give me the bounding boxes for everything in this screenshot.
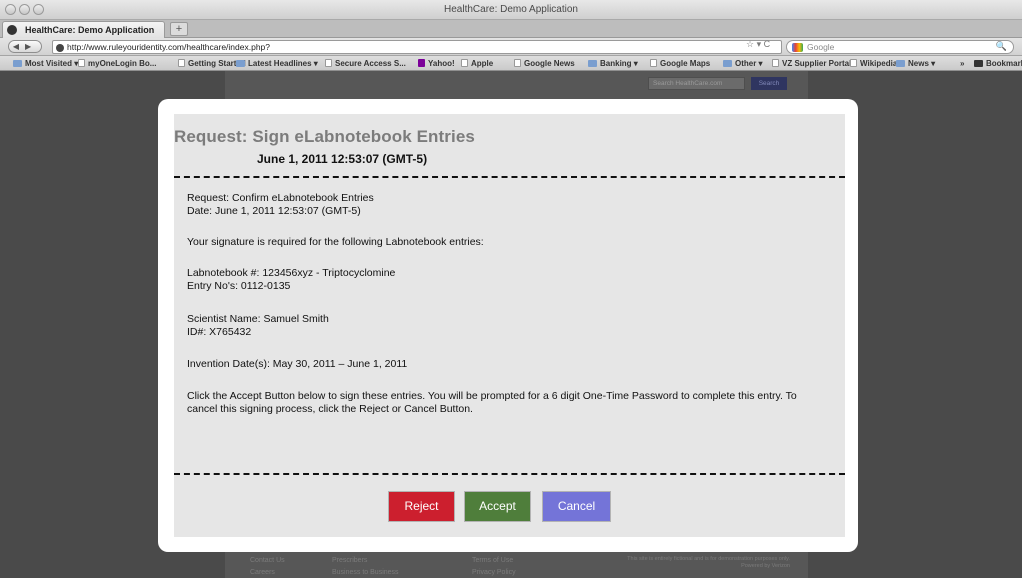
tab-bar: HealthCare: Demo Application + <box>0 20 1022 38</box>
bookmarks-toolbar: Most Visited ▾ myOneLogin Bo... Getting St… <box>0 56 1022 71</box>
address-bar-url: http://www.ruleyouridentity.com/healthca… <box>67 42 271 52</box>
bookmark-icon <box>850 59 857 67</box>
bookmark-bookmarks[interactable]: Bookmarks <box>974 59 1022 68</box>
folder-icon <box>236 60 245 67</box>
footer-powered-by: Powered by Verizon <box>741 563 790 569</box>
signature-required-text: Your signature is required for the follo… <box>187 236 484 248</box>
bookmark-icon <box>514 59 521 67</box>
tab-healthcare[interactable]: HealthCare: Demo Application <box>2 21 165 38</box>
bookmark-banking[interactable]: Banking ▾ <box>588 59 638 68</box>
date-line: Date: June 1, 2011 12:53:07 (GMT-5) <box>187 205 361 217</box>
bookmark-label: News ▾ <box>908 59 936 68</box>
bookmark-icon <box>974 60 983 67</box>
bookmark-news[interactable]: News ▾ <box>896 59 935 68</box>
bookmark-label: Other ▾ <box>735 59 763 68</box>
instructions-text: Click the Accept Button below to sign th… <box>187 390 797 415</box>
bookmark-icon <box>772 59 779 67</box>
bookmark-wikipedia[interactable]: Wikipedia <box>850 59 897 68</box>
folder-icon <box>896 60 905 67</box>
bookmark-icon <box>178 59 185 67</box>
scientist-id: ID#: X765432 <box>187 326 252 338</box>
footer-link: Prescribers <box>332 557 368 564</box>
bookmark-label: Google News <box>524 59 575 68</box>
divider <box>174 176 845 178</box>
navigation-toolbar: ◀▶ http://www.ruleyouridentity.com/healt… <box>0 38 1022 56</box>
bookmark-icon <box>418 59 425 67</box>
reject-button[interactable]: Reject <box>388 491 455 522</box>
bookmark-label: » <box>960 59 965 68</box>
bookmark-label: Most Visited ▾ <box>25 59 79 68</box>
back-forward-buttons[interactable]: ◀▶ <box>8 40 42 53</box>
bookmark-label: Google Maps <box>660 59 711 68</box>
search-icon[interactable]: 🔍 <box>996 41 1007 52</box>
folder-icon <box>588 60 597 67</box>
bookmark-icon <box>78 59 85 67</box>
bookmark-label: Apple <box>471 59 494 68</box>
footer-link: Business to Business <box>332 569 399 576</box>
bookmark-myonelogin-bo[interactable]: myOneLogin Bo... <box>78 59 156 68</box>
bookmark-vz-supplier-portal[interactable]: VZ Supplier Portal <box>772 59 851 68</box>
cancel-button[interactable]: Cancel <box>542 491 611 522</box>
bookmark-label: Latest Headlines ▾ <box>248 59 318 68</box>
site-identity-icon <box>56 44 64 52</box>
bookmark-most-visited[interactable]: Most Visited ▾ <box>13 59 78 68</box>
divider <box>174 473 845 475</box>
window-title-bar: HealthCare: Demo Application <box>0 0 1022 20</box>
folder-icon <box>13 60 22 67</box>
bookmark-secure-access-s[interactable]: Secure Access S... <box>325 59 406 68</box>
search-bar[interactable]: Google 🔍 <box>786 40 1014 54</box>
scientist-name: Scientist Name: Samuel Smith <box>187 313 329 325</box>
bookmark-latest-headlines[interactable]: Latest Headlines ▾ <box>236 59 318 68</box>
labnotebook-number: Labnotebook #: 123456xyz - Triptocyclomi… <box>187 267 396 279</box>
bookmark-icon <box>461 59 468 67</box>
folder-icon <box>723 60 732 67</box>
bookmark-google-maps[interactable]: Google Maps <box>650 59 710 68</box>
favicon-icon <box>7 25 17 35</box>
bookmark-label: myOneLogin Bo... <box>88 59 157 68</box>
background-search-button: Search <box>751 77 787 90</box>
bookmark-google-news[interactable]: Google News <box>514 59 575 68</box>
bookmark-label: Banking ▾ <box>600 59 638 68</box>
google-search-engine-icon <box>792 43 803 52</box>
search-bar-placeholder: Google <box>807 42 835 52</box>
bookmark-apple[interactable]: Apple <box>461 59 493 68</box>
footer-link: Careers <box>250 569 275 576</box>
footer-disclaimer: This site is entirely fictional and is f… <box>627 556 790 562</box>
modal-title: Request: Sign eLabnotebook Entries <box>174 127 475 146</box>
request-datetime: June 1, 2011 12:53:07 (GMT-5) <box>257 152 428 166</box>
bookmark-other[interactable]: Other ▾ <box>723 59 763 68</box>
bookmark-star-icon[interactable]: ☆ ▾ C <box>746 39 770 50</box>
bookmark-label: Wikipedia <box>860 59 898 68</box>
bookmark-label: Yahoo! <box>428 59 455 68</box>
address-bar[interactable]: http://www.ruleyouridentity.com/healthca… <box>52 40 782 54</box>
new-tab-button[interactable]: + <box>170 22 188 36</box>
bookmark-icon <box>325 59 332 67</box>
bookmark-icon <box>650 59 657 67</box>
request-line: Request: Confirm eLabnotebook Entries <box>187 192 374 204</box>
bookmark-label: Secure Access S... <box>335 59 406 68</box>
bookmark-label: VZ Supplier Portal <box>782 59 852 68</box>
bookmark-label: Bookmarks <box>986 59 1022 68</box>
background-search-input: Search HealthCare.com <box>648 77 745 90</box>
bookmark-yahoo[interactable]: Yahoo! <box>418 59 455 68</box>
bookmark-[interactable]: » <box>960 59 964 68</box>
accept-button[interactable]: Accept <box>464 491 531 522</box>
window-title: HealthCare: Demo Application <box>444 4 578 15</box>
footer-link: Terms of Use <box>472 557 514 564</box>
entry-numbers: Entry No's: 0112-0135 <box>187 280 291 292</box>
invention-dates: Invention Date(s): May 30, 2011 – June 1… <box>187 358 408 370</box>
footer-link: Privacy Policy <box>472 569 516 576</box>
footer-link: Contact Us <box>250 557 285 564</box>
tab-label: HealthCare: Demo Application <box>25 25 155 35</box>
